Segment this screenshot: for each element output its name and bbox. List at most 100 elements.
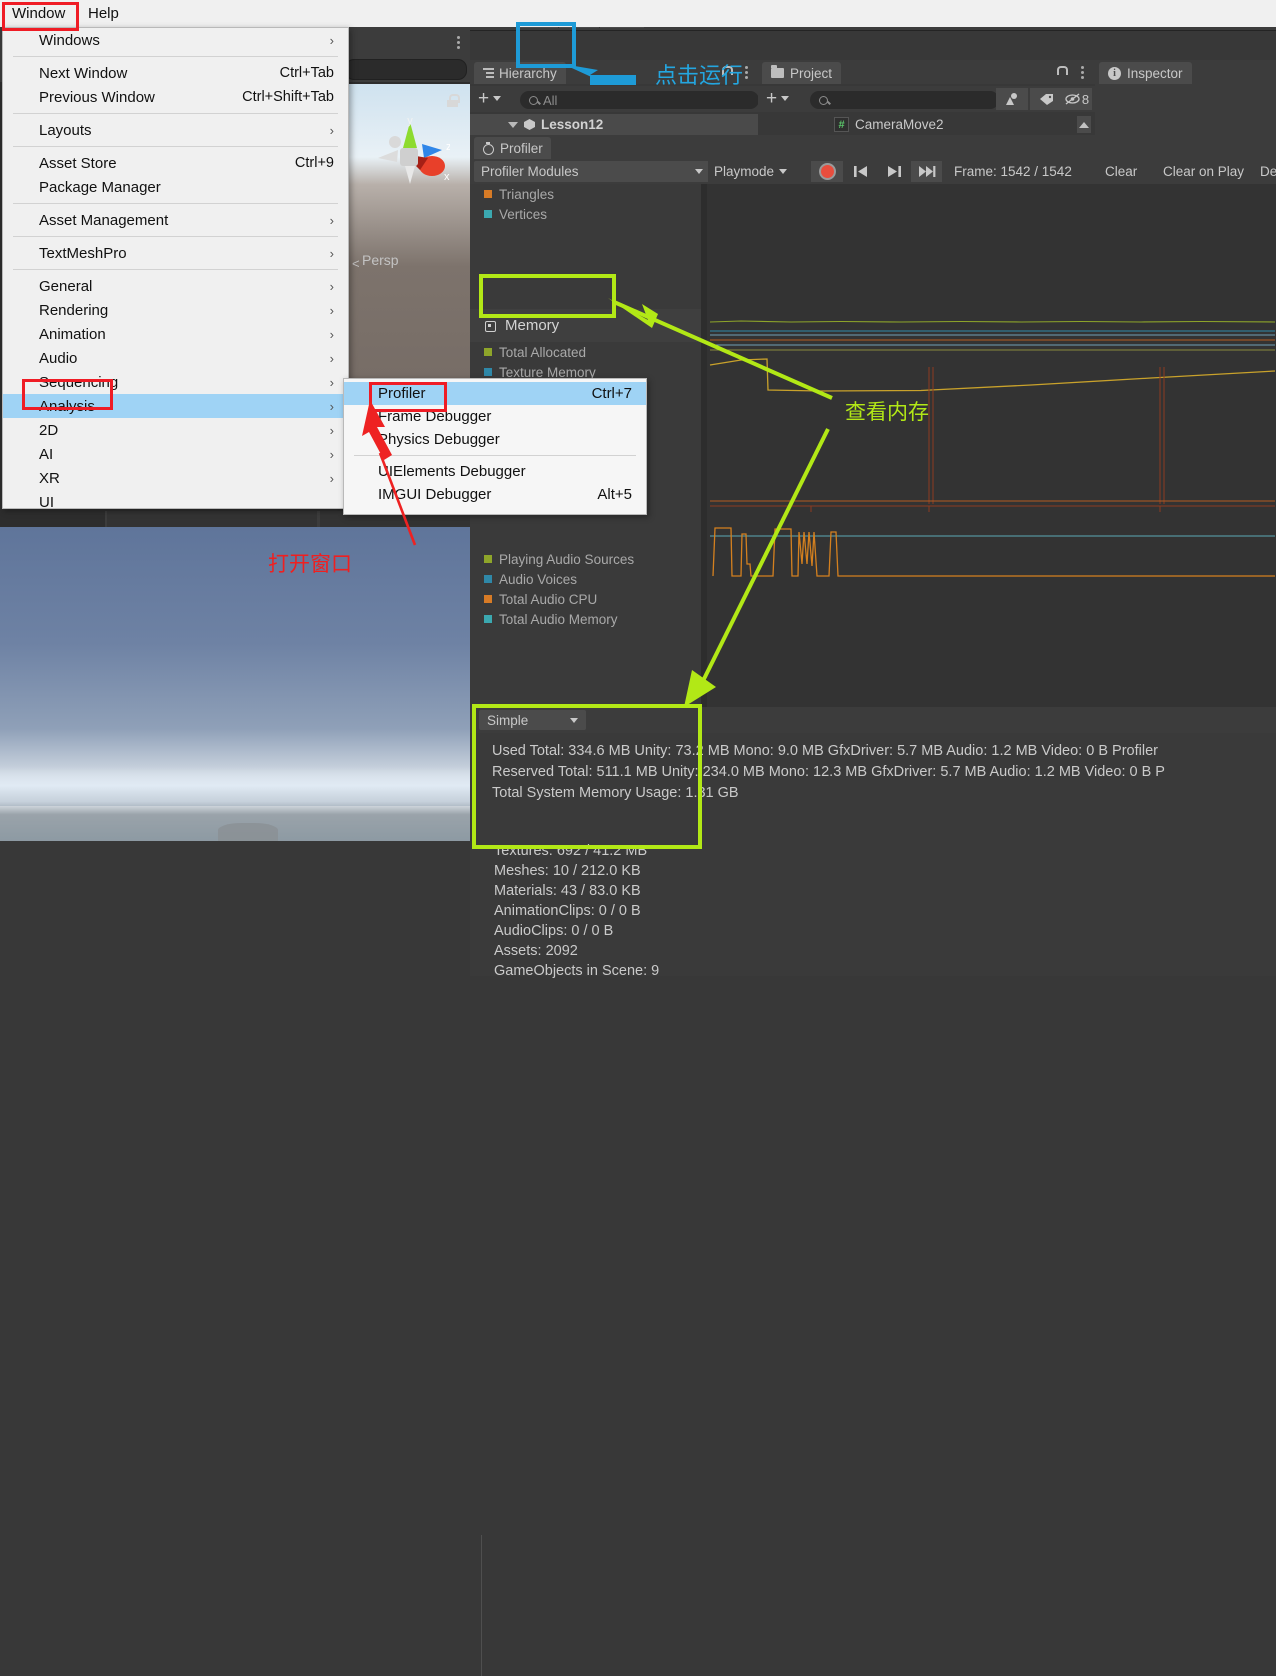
project-scroll-up-button[interactable] [1077, 116, 1091, 133]
tab-hierarchy[interactable]: Hierarchy [474, 62, 566, 84]
tab-profiler[interactable]: Profiler [474, 137, 551, 159]
project-lock-icon[interactable] [1055, 66, 1068, 78]
profiler-clear-on-play-button[interactable]: Clear on Play [1153, 161, 1254, 182]
record-icon [818, 163, 836, 180]
menu-item-previous-window[interactable]: Previous Window Ctrl+Shift+Tab [3, 85, 348, 109]
chevron-down-icon [570, 717, 578, 723]
scene-view-search-input[interactable] [345, 59, 467, 80]
chevron-down-icon [779, 169, 788, 174]
menu-divider [13, 56, 338, 57]
menu-divider [13, 146, 338, 147]
project-menu-icon[interactable] [1081, 66, 1084, 81]
menu-help[interactable]: Help [80, 3, 127, 24]
chart-audio[interactable] [701, 504, 1276, 708]
menu-item-label: Previous Window [39, 88, 155, 106]
lock-icon[interactable] [447, 94, 460, 107]
profiler-module-rendering[interactable]: Triangles Vertices [470, 184, 701, 224]
menu-item-asset-store[interactable]: Asset Store Ctrl+9 [3, 151, 348, 175]
counter-total-audio-memory: Total Audio Memory [470, 609, 701, 629]
chevron-right-icon: › [329, 302, 334, 318]
project-add-button[interactable]: + [766, 89, 790, 108]
menu-item-label: Rendering [39, 301, 109, 319]
chart-rendering[interactable] [701, 184, 1276, 310]
playmode-label: Playmode [714, 164, 775, 179]
project-filter-type-button[interactable] [996, 88, 1028, 110]
tab-inspector[interactable]: i Inspector [1099, 62, 1192, 84]
profiler-record-button[interactable] [811, 161, 843, 182]
counter-total-allocated: Total Allocated [470, 342, 701, 362]
chevron-right-icon: › [329, 122, 334, 138]
memory-system-usage-line: Total System Memory Usage: 1.31 GB [492, 785, 739, 801]
menu-item-label: Asset Management [39, 211, 169, 229]
module-title-memory[interactable]: Memory [470, 309, 701, 342]
hierarchy-add-button[interactable]: + [478, 88, 502, 109]
profiler-first-frame-button[interactable] [845, 161, 876, 182]
info-icon: i [1108, 66, 1121, 80]
hierarchy-search-input[interactable]: All [520, 91, 759, 109]
menu-item-ai[interactable]: AI › [3, 442, 348, 466]
profiler-previous-frame-button[interactable] [878, 161, 909, 182]
menu-item-analysis[interactable]: Analysis › [3, 394, 348, 418]
counter-total-audio-cpu: Total Audio CPU [470, 589, 701, 609]
menu-window[interactable]: Window [4, 3, 73, 24]
menu-item-ui[interactable]: UI [3, 490, 348, 514]
menu-item-audio[interactable]: Audio › [3, 346, 348, 370]
tab-project[interactable]: Project [762, 62, 842, 84]
profiler-frame-counter: Frame: 1542 / 1542 [954, 164, 1072, 179]
project-tab-label: Project [790, 65, 833, 81]
counter-audio-voices: Audio Voices [470, 569, 701, 589]
menu-item-next-window[interactable]: Next Window Ctrl+Tab [3, 61, 348, 85]
analysis-submenu: Profiler Ctrl+7 Frame Debugger Physics De… [343, 378, 647, 515]
plus-icon: + [478, 88, 490, 109]
profiler-modules-dropdown[interactable]: Profiler Modules [474, 161, 710, 182]
profiler-view-mode-dropdown[interactable]: Simple [479, 710, 586, 730]
profiler-deep-profile-button[interactable]: De [1260, 161, 1276, 182]
menu-item-uielements-debugger[interactable]: UIElements Debugger [344, 460, 646, 483]
scene-orientation-gizmo[interactable]: y z x [370, 114, 450, 194]
profiler-chart-area [701, 184, 1276, 708]
hierarchy-root-row[interactable]: Lesson12 [470, 114, 796, 135]
chart-memory[interactable] [701, 309, 1276, 505]
legend-swatch [484, 368, 492, 376]
menu-item-textmeshpro[interactable]: TextMeshPro › [3, 241, 348, 265]
menu-item-label: Frame Debugger [378, 408, 492, 425]
csharp-script-icon: # [834, 117, 849, 132]
chevron-right-icon: › [329, 245, 334, 261]
menu-item-frame-debugger[interactable]: Frame Debugger [344, 405, 646, 428]
menu-item-rendering[interactable]: Rendering › [3, 298, 348, 322]
menu-item-physics-debugger[interactable]: Physics Debugger [344, 428, 646, 451]
menu-item-layouts[interactable]: Layouts › [3, 118, 348, 142]
chevron-right-icon: › [329, 212, 334, 228]
project-hidden-toggle[interactable]: 8 [1062, 88, 1092, 110]
menu-item-sequencing[interactable]: Sequencing › [3, 370, 348, 394]
hierarchy-menu-icon[interactable] [745, 66, 748, 81]
profiler-clear-button[interactable]: Clear [1095, 161, 1147, 182]
menu-item-imgui-debugger[interactable]: IMGUI Debugger Alt+5 [344, 483, 646, 506]
chevron-down-icon [493, 96, 502, 101]
menu-item-asset-management[interactable]: Asset Management › [3, 208, 348, 232]
menu-item-animation[interactable]: Animation › [3, 322, 348, 346]
project-search-input[interactable] [810, 91, 999, 109]
chart-audio-svg [701, 504, 1276, 707]
chevron-down-icon[interactable] [508, 121, 518, 128]
legend-swatch [484, 190, 492, 198]
detail-audioclips: AudioClips: 0 / 0 B [494, 923, 614, 939]
menu-item-general[interactable]: General › [3, 274, 348, 298]
profiler-memory-summary: Used Total: 334.6 MB Unity: 73.2 MB Mono… [470, 733, 1276, 849]
menu-item-windows[interactable]: Windows › [3, 28, 348, 52]
chevron-right-icon: › [329, 326, 334, 342]
profiler-playmode-dropdown[interactable]: Playmode [708, 161, 794, 182]
scene-icon [523, 118, 536, 131]
menu-item-2d[interactable]: 2D › [3, 418, 348, 442]
profiler-last-frame-button[interactable] [911, 161, 942, 182]
detail-textures: Textures: 692 / 41.2 MB [494, 843, 648, 859]
project-filter-label-button[interactable] [1030, 88, 1062, 110]
profiler-module-audio[interactable]: Playing Audio Sources Audio Voices Total… [470, 549, 701, 629]
menu-item-profiler[interactable]: Profiler Ctrl+7 [344, 382, 646, 405]
profiler-modules-label: Profiler Modules [481, 164, 579, 179]
detail-materials: Materials: 43 / 83.0 KB [494, 883, 641, 899]
menu-item-shortcut: Ctrl+Shift+Tab [242, 89, 334, 105]
menu-item-xr[interactable]: XR › [3, 466, 348, 490]
menu-item-package-manager[interactable]: Package Manager [3, 175, 348, 199]
scene-view-menu-icon[interactable] [457, 36, 460, 51]
